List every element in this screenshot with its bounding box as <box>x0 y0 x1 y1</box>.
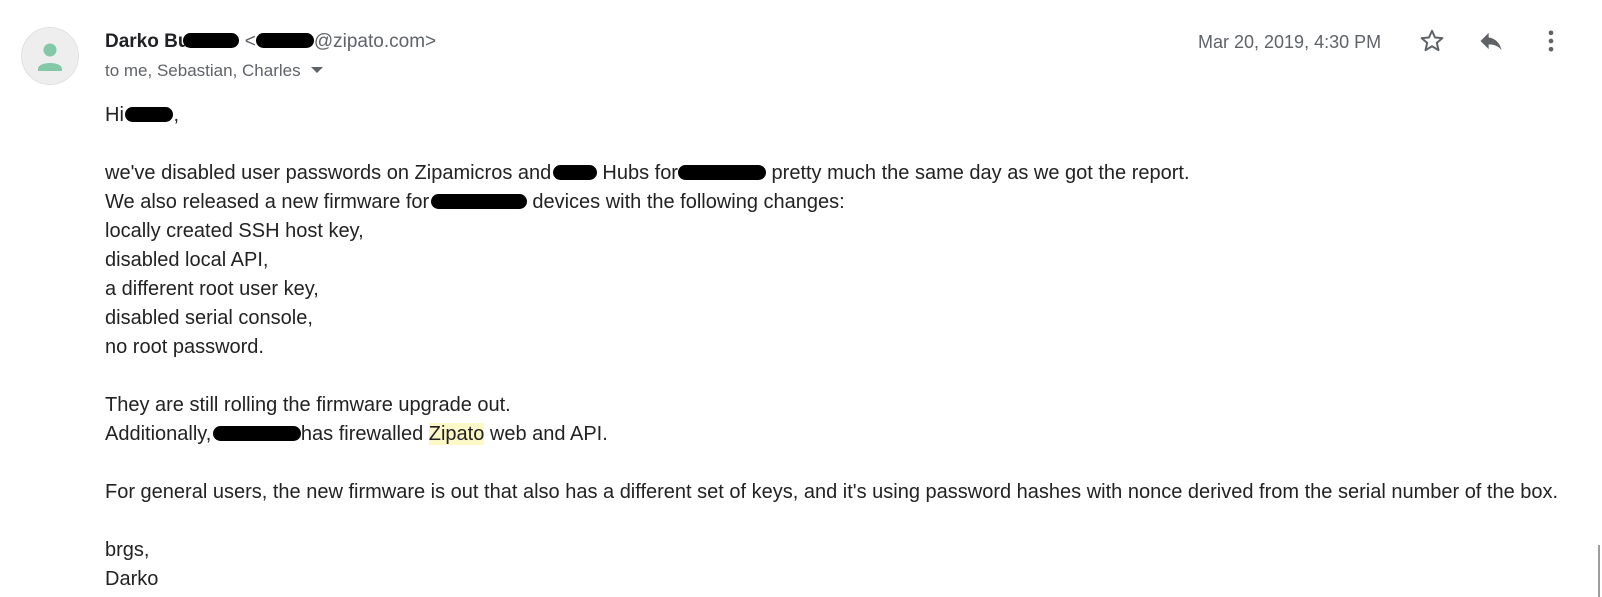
recipients-line: to me, Sebastian, Charles <box>105 61 323 81</box>
body-line: Additionally, has firewalled Zipato web … <box>105 420 1558 449</box>
recipients-text: to me, Sebastian, Charles <box>105 61 301 80</box>
scrollbar[interactable] <box>1598 545 1600 597</box>
body-line: We also released a new firmware for devi… <box>105 188 1558 217</box>
text-span: devices with the following changes: <box>526 191 845 213</box>
star-button[interactable] <box>1416 25 1448 57</box>
more-options-button[interactable] <box>1535 25 1567 57</box>
message-body: Hi , we've disabled user passwords on Zi… <box>105 101 1558 594</box>
text-span: web and API. <box>484 423 608 445</box>
chevron-down-icon[interactable] <box>310 67 323 73</box>
list-item: locally created SSH host key, <box>105 220 364 242</box>
reply-button[interactable] <box>1475 25 1507 57</box>
text-span: we've disabled user passwords on Zipamic… <box>105 162 557 184</box>
search-highlight: Zipato <box>428 423 485 445</box>
redaction-mark <box>552 165 597 180</box>
redaction-mark <box>255 33 314 48</box>
sender-email: @zipato.com> <box>313 31 437 52</box>
greeting-suffix: , <box>173 104 180 126</box>
avatar[interactable] <box>21 27 79 85</box>
sender-email-open: < <box>244 31 256 52</box>
redaction-mark <box>677 165 766 180</box>
text-span: We also released a new firmware for <box>105 191 435 213</box>
message-date: Mar 20, 2019, 4:30 PM <box>1198 32 1382 52</box>
star-icon <box>1420 29 1444 52</box>
reply-icon <box>1480 32 1502 51</box>
sender-name: Darko Bu <box>105 31 190 52</box>
list-item: disabled local API, <box>105 249 269 271</box>
signature-line: Darko <box>105 568 159 590</box>
redaction-mark <box>430 194 527 209</box>
list-item: a different root user key, <box>105 278 319 300</box>
greeting-line: Hi , <box>105 101 1558 130</box>
redaction-mark <box>183 33 240 48</box>
sender-line: Darko Bu < @zipato.com> <box>105 31 436 53</box>
signature-line: brgs, <box>105 539 150 561</box>
list-item: no root password. <box>105 336 264 358</box>
text-span: Additionally, <box>105 423 217 445</box>
body-line: For general users, the new firmware is o… <box>105 481 1559 503</box>
person-icon <box>38 43 62 71</box>
more-vert-icon <box>1548 30 1554 52</box>
redaction-mark <box>125 107 174 122</box>
text-span: pretty much the same day as we got the r… <box>765 162 1190 184</box>
body-line: They are still rolling the firmware upgr… <box>105 394 511 416</box>
text-span: has firewalled <box>300 423 429 445</box>
body-line: we've disabled user passwords on Zipamic… <box>105 159 1558 188</box>
redaction-mark <box>212 426 301 441</box>
list-item: disabled serial console, <box>105 307 313 329</box>
text-span: Hubs for <box>596 162 678 184</box>
